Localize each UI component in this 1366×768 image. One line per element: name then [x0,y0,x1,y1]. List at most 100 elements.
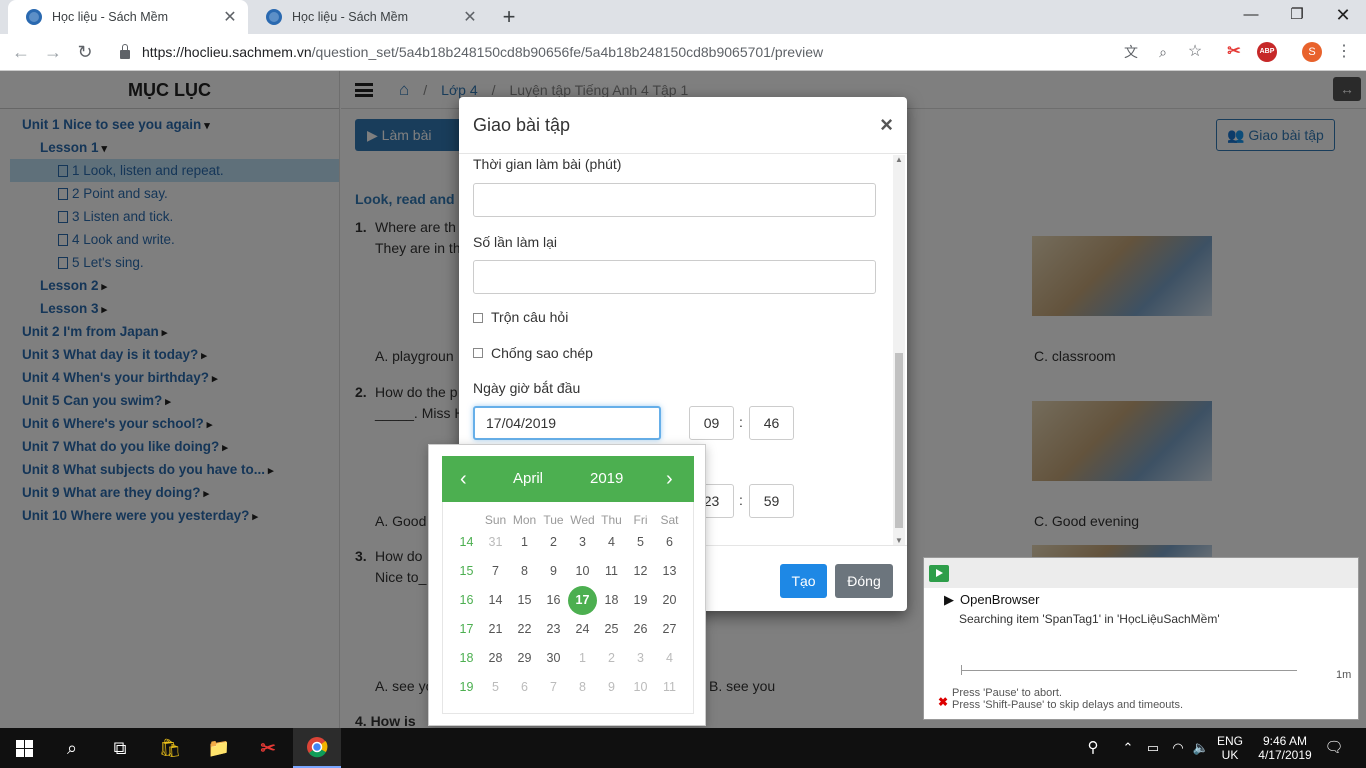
calendar-day[interactable]: 17 [568,586,597,615]
calendar-day[interactable]: 26 [626,615,655,644]
tab-close-icon[interactable]: ✕ [222,7,238,27]
create-button[interactable]: Tạo [780,564,827,598]
reload-icon[interactable]: ↻ [72,39,98,65]
calendar-day[interactable]: 13 [655,557,684,586]
calendar-day[interactable]: 1 [568,644,597,673]
calendar-day[interactable]: 8 [568,673,597,702]
calendar-day[interactable]: 6 [510,673,539,702]
anticopy-checkbox[interactable] [473,348,483,358]
bookmark-star-icon[interactable]: ☆ [1185,42,1205,62]
calendar-day[interactable]: 30 [539,644,568,673]
address-bar[interactable]: https://hoclieu.sachmem.vn/question_set/… [110,37,1215,67]
calendar-day[interactable]: 24 [568,615,597,644]
windows-start-icon[interactable] [0,728,48,768]
adblock-icon[interactable]: ABP [1257,42,1277,62]
clock[interactable]: 9:46 AM 4/17/2019 [1252,728,1318,768]
calendar-day[interactable]: 9 [597,673,626,702]
calendar-day[interactable]: 3 [626,644,655,673]
week-number: 16 [459,593,474,607]
calendar-day[interactable]: 1 [510,528,539,557]
start-date-input[interactable]: 17/04/2019 [473,406,661,440]
battery-icon[interactable]: ▭ [1143,728,1163,768]
tray-chevron-icon[interactable]: ⌃ [1118,728,1138,768]
modal-scrollbar[interactable]: ▲ ▼ [893,155,905,545]
menu-dots-icon[interactable]: ⋮ [1334,42,1354,62]
calendar-day[interactable]: 31 [481,528,510,557]
calendar-day[interactable]: 5 [481,673,510,702]
restore-icon[interactable]: ❐ [1274,0,1320,32]
calendar-day[interactable]: 11 [597,557,626,586]
calendar-day[interactable]: 12 [626,557,655,586]
store-icon[interactable]: 🛍 [146,728,194,768]
calendar-day[interactable]: 6 [655,528,684,557]
new-tab-icon[interactable]: + [498,4,520,30]
calendar-day[interactable]: 25 [597,615,626,644]
calendar-day[interactable]: 10 [626,673,655,702]
file-explorer-icon[interactable]: 📁 [195,728,243,768]
month-label[interactable]: April [513,456,543,502]
calendar-day[interactable]: 5 [626,528,655,557]
shuffle-checkbox[interactable] [473,313,483,323]
wifi-icon[interactable]: ◠ [1168,728,1188,768]
calendar-day[interactable]: 23 [539,615,568,644]
end-minute-input[interactable]: 59 [749,484,794,518]
back-icon[interactable]: ← [8,39,34,65]
calendar-day[interactable]: 8 [510,557,539,586]
calendar-day[interactable]: 20 [655,586,684,615]
calendar-day[interactable]: 28 [481,644,510,673]
forward-icon[interactable]: → [40,39,66,65]
calendar-day[interactable]: 29 [510,644,539,673]
minimize-icon[interactable]: — [1228,0,1274,32]
calendar-day[interactable]: 2 [539,528,568,557]
duration-input[interactable] [473,183,876,217]
calendar-day[interactable]: 19 [626,586,655,615]
prev-month-icon[interactable]: ‹ [460,456,467,502]
ranorex-icon[interactable]: ✂ [244,728,292,768]
search-icon[interactable]: ⌕ [48,728,96,768]
translate-icon[interactable]: 文 [1121,42,1141,62]
calendar-day[interactable]: 4 [655,644,684,673]
chrome-taskbar-icon[interactable] [293,728,341,768]
scroll-down-icon[interactable]: ▼ [893,536,905,545]
start-minute-input[interactable]: 46 [749,406,794,440]
anticopy-label[interactable]: Chống sao chép [491,345,593,361]
modal-close-icon[interactable]: × [880,112,893,138]
calendar-day[interactable]: 15 [510,586,539,615]
abort-icon[interactable]: ✖ [938,695,948,709]
calendar-day[interactable]: 7 [539,673,568,702]
shuffle-label[interactable]: Trộn câu hỏi [491,309,568,325]
calendar-day[interactable]: 3 [568,528,597,557]
calendar-day[interactable]: 11 [655,673,684,702]
calendar-day[interactable]: 16 [539,586,568,615]
calendar-day[interactable]: 4 [597,528,626,557]
extension-scissors-icon[interactable]: ✂ [1224,42,1244,62]
next-month-icon[interactable]: › [666,456,673,502]
calendar-day[interactable]: 14 [481,586,510,615]
calendar-day[interactable]: 18 [597,586,626,615]
language-indicator[interactable]: ENG UK [1213,728,1247,768]
volume-icon[interactable]: 🔈 [1191,728,1211,768]
calendar-day[interactable]: 21 [481,615,510,644]
task-view-icon[interactable]: ⧉ [96,728,144,768]
calendar-day[interactable]: 27 [655,615,684,644]
retries-input[interactable] [473,260,876,294]
expand-triangle-icon[interactable]: ▶ [944,592,954,607]
scrollbar-thumb[interactable] [895,353,903,528]
tab-close-icon[interactable]: ✕ [462,7,478,27]
scroll-up-icon[interactable]: ▲ [893,155,905,164]
calendar-day[interactable]: 10 [568,557,597,586]
close-button[interactable]: Đóng [835,564,893,598]
calendar-day[interactable]: 7 [481,557,510,586]
calendar-day[interactable]: 2 [597,644,626,673]
people-icon[interactable]: ⚲ [1082,728,1104,768]
profile-avatar[interactable]: S [1302,42,1322,62]
calendar-day[interactable]: 9 [539,557,568,586]
calendar-day[interactable]: 22 [510,615,539,644]
start-hour-input[interactable]: 09 [689,406,734,440]
notifications-icon[interactable]: 🗨 [1322,728,1346,768]
year-label[interactable]: 2019 [590,456,623,502]
tab-hoc-lieu-1[interactable]: Học liệu - Sách Mềm ✕ [8,0,248,34]
window-close-icon[interactable]: ✕ [1320,0,1366,32]
tab-hoc-lieu-2[interactable]: Học liệu - Sách Mềm ✕ [248,0,488,34]
zoom-icon[interactable]: ⌕ [1153,42,1173,62]
